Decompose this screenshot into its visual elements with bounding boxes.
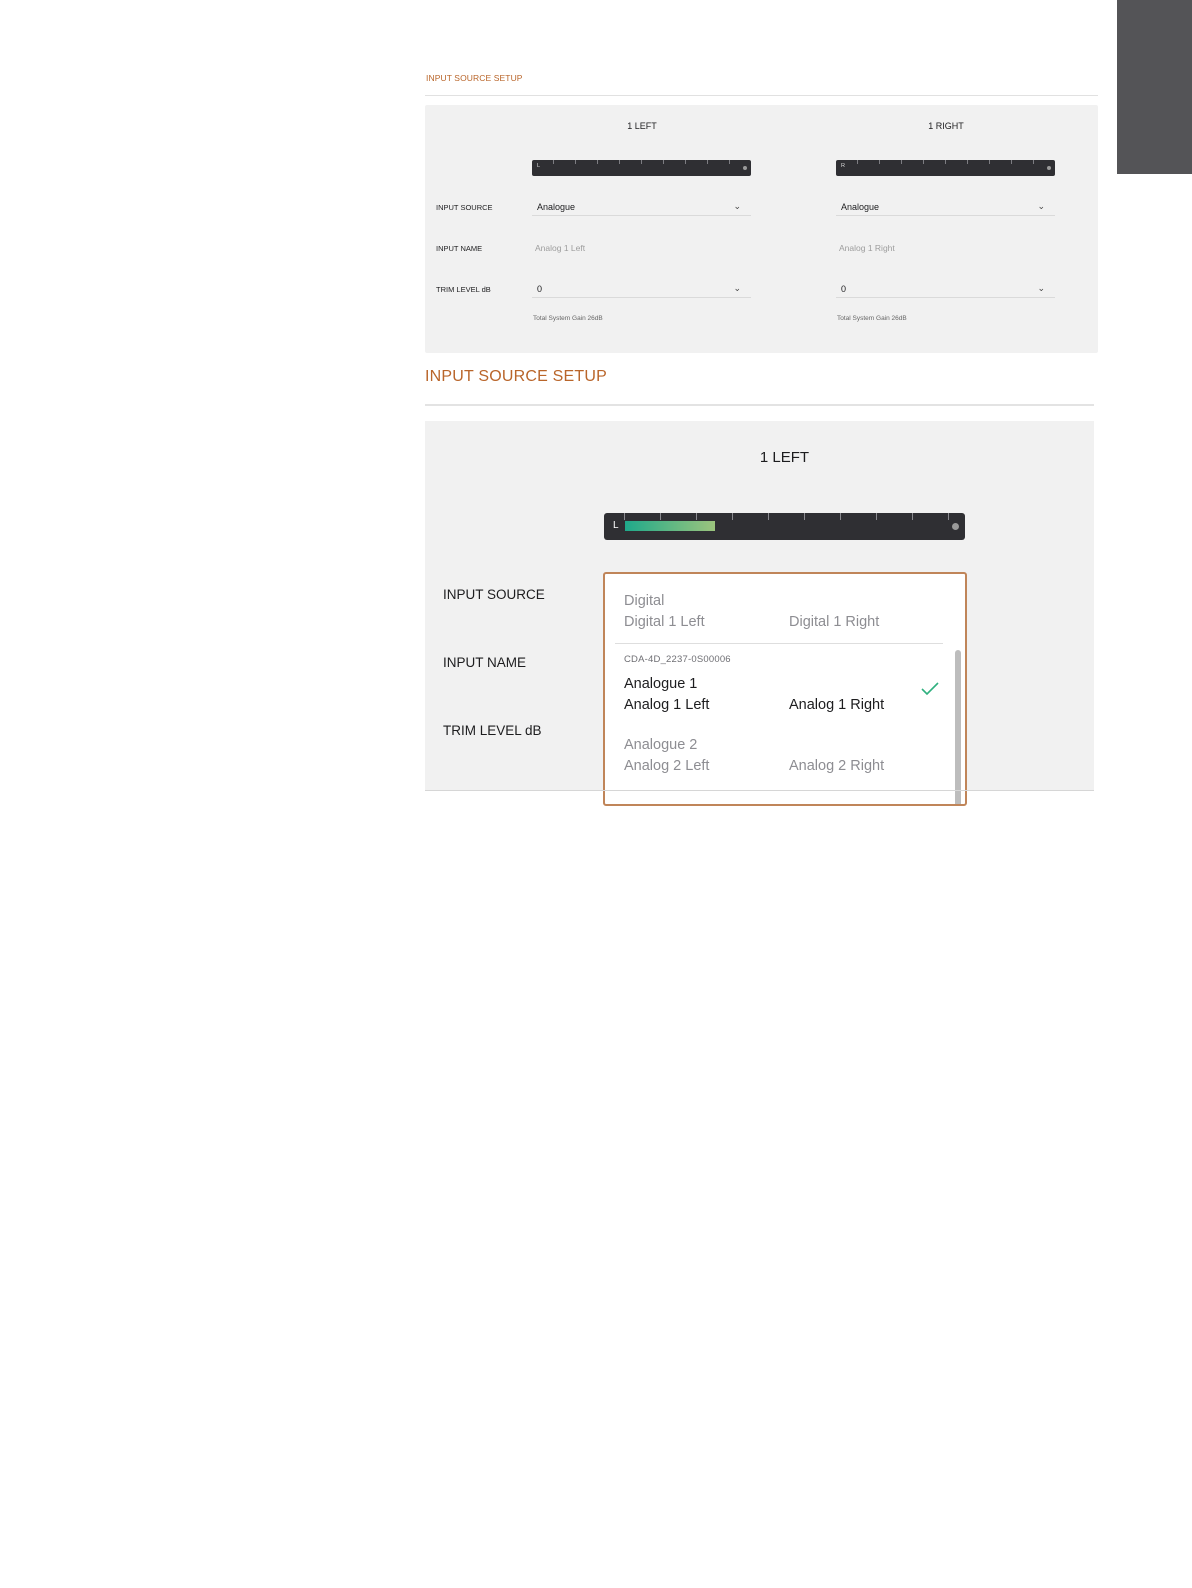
chevron-down-icon: ⌄ <box>733 201 741 211</box>
section-title-large: INPUT SOURCE SETUP <box>425 368 607 385</box>
system-gain-note-right: Total System Gain 26dB <box>837 315 907 322</box>
trim-level-label: TRIM LEVEL dB <box>436 285 491 294</box>
input-source-select-left[interactable]: Analogue ⌄ <box>532 201 751 216</box>
input-source-dropdown[interactable]: Digital Digital 1 Left Digital 1 Right C… <box>603 572 967 806</box>
chevron-down-icon: ⌄ <box>1037 201 1045 211</box>
divider <box>425 790 1094 791</box>
input-source-select-right[interactable]: Analogue ⌄ <box>836 201 1055 216</box>
input-name-label: INPUT NAME <box>443 655 527 670</box>
selected-value: Analogue <box>537 202 576 212</box>
trim-level-select-right[interactable]: 0 ⌄ <box>836 283 1055 298</box>
input-name-label: INPUT NAME <box>436 244 483 253</box>
clip-indicator <box>1047 166 1051 170</box>
check-icon <box>921 682 939 696</box>
option-analog-1-right[interactable]: Analog 1 Right <box>789 697 884 713</box>
group-label-digital: Digital <box>624 593 665 609</box>
column-header-right: 1 RIGHT <box>928 121 964 131</box>
clip-indicator <box>743 166 747 170</box>
meter-channel-label: L <box>537 163 541 169</box>
divider <box>615 643 943 644</box>
input-source-label: INPUT SOURCE <box>436 203 493 212</box>
clip-indicator <box>952 523 959 530</box>
trim-level-select-left[interactable]: 0 ⌄ <box>532 283 751 298</box>
trim-level-label: TRIM LEVEL dB <box>443 723 542 738</box>
selected-value: Analogue <box>841 202 880 212</box>
divider <box>425 95 1098 96</box>
level-meter-left: L <box>532 160 751 176</box>
chevron-down-icon: ⌄ <box>733 283 741 293</box>
input-name-left: Analog 1 Left <box>535 243 586 253</box>
meter-level-fill <box>625 521 715 531</box>
option-analog-1-left[interactable]: Analog 1 Left <box>624 697 709 713</box>
input-source-panel <box>425 105 1098 353</box>
side-tab <box>1117 0 1192 174</box>
divider <box>425 404 1094 406</box>
option-digital-1-right[interactable]: Digital 1 Right <box>789 614 879 630</box>
group-label-analogue-1[interactable]: Analogue 1 <box>624 676 697 692</box>
column-header-left: 1 LEFT <box>627 121 657 131</box>
meter-channel-label: L <box>613 520 619 531</box>
option-digital-1-left[interactable]: Digital 1 Left <box>624 614 705 630</box>
level-meter-left: L <box>604 513 965 540</box>
device-label: CDA-4D_2237-0S00006 <box>624 654 731 665</box>
option-analog-2-right[interactable]: Analog 2 Right <box>789 758 884 774</box>
system-gain-note-left: Total System Gain 26dB <box>533 315 603 322</box>
chevron-down-icon: ⌄ <box>1037 283 1045 293</box>
group-label-analogue-2[interactable]: Analogue 2 <box>624 737 697 753</box>
meter-channel-label: R <box>841 163 845 169</box>
selected-value: 0 <box>841 284 847 294</box>
input-source-label: INPUT SOURCE <box>443 587 545 602</box>
option-analog-2-left[interactable]: Analog 2 Left <box>624 758 709 774</box>
scrollbar[interactable] <box>955 650 961 804</box>
selected-value: 0 <box>537 284 543 294</box>
input-name-right: Analog 1 Right <box>839 243 895 253</box>
section-title: INPUT SOURCE SETUP <box>426 73 523 83</box>
level-meter-right: R <box>836 160 1055 176</box>
column-header-left: 1 LEFT <box>759 449 810 466</box>
